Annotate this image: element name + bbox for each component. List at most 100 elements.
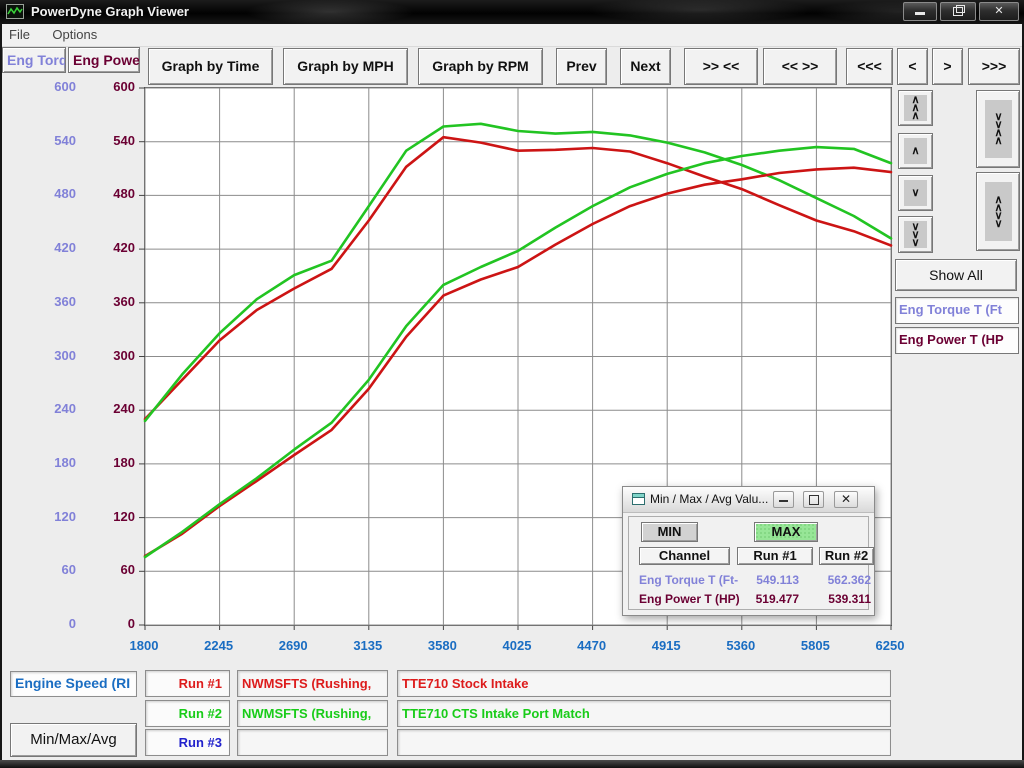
row-power-channel: Eng Power T (HP) [639, 592, 740, 606]
rpm-axis-tick-label: 3135 [338, 638, 398, 653]
run2-file[interactable]: NWMSFTS (Rushing, [237, 700, 388, 727]
menu-bar: File Options [0, 24, 1024, 47]
minmax-maximize-button[interactable] [803, 491, 824, 508]
torque-axis-tick-label: 600 [20, 79, 76, 94]
power-axis-tick-label: 360 [83, 294, 135, 309]
run2-description[interactable]: TTE710 CTS Intake Port Match [397, 700, 891, 727]
zoom-out-x-button[interactable]: << >> [763, 48, 837, 85]
pan-down-button[interactable]: ∨ [898, 175, 933, 211]
power-axis-tick-label: 0 [83, 616, 135, 631]
expand-vertical-icon: ∧∧∨∨ [985, 182, 1012, 241]
powerdyne-window: PowerDyne Graph Viewer ✕ File Options En… [0, 0, 1024, 768]
row-power-run1-max: 519.477 [727, 592, 799, 606]
torque-axis-tick-label: 480 [20, 186, 76, 201]
window-title: PowerDyne Graph Viewer [31, 4, 189, 19]
pan-up-fast-button[interactable]: ∧∧∧ [898, 90, 933, 126]
minimize-icon [779, 500, 788, 502]
torque-axis-tick-label: 300 [20, 348, 76, 363]
rpm-axis-tick-label: 2690 [263, 638, 323, 653]
torque-axis-tick-label: 0 [20, 616, 76, 631]
torque-axis-tick-label: 60 [20, 562, 76, 577]
column-header-run2[interactable]: Run #2 [819, 547, 874, 565]
title-bar[interactable]: PowerDyne Graph Viewer ✕ [0, 0, 1024, 24]
rpm-axis-tick-label: 5360 [711, 638, 771, 653]
row-torque-run2-max: 562.362 [799, 573, 871, 587]
torque-axis-tick-label: 360 [20, 294, 76, 309]
window-left-border [0, 24, 2, 768]
rpm-axis-tick-label: 3580 [412, 638, 472, 653]
minmax-close-button[interactable]: ✕ [834, 491, 858, 508]
power-axis-tick-label: 60 [83, 562, 135, 577]
minmax-window-title: Min / Max / Avg Valu... [650, 492, 768, 506]
rpm-axis-tick-label: 4025 [487, 638, 547, 653]
run3-description[interactable] [397, 729, 891, 756]
power-axis-tick-label: 120 [83, 509, 135, 524]
app-icon [6, 4, 24, 19]
rpm-axis-tick-label: 4470 [562, 638, 622, 653]
y-axis-channel-power-button[interactable]: Eng Powe [68, 47, 140, 73]
triple-chevron-up-icon: ∧∧∧ [904, 95, 927, 121]
column-header-channel[interactable]: Channel [639, 547, 730, 565]
minmax-minimize-button[interactable] [773, 491, 794, 508]
zoom-out-y-button[interactable]: ∧∧∨∨ [976, 172, 1020, 251]
power-axis-tick-label: 180 [83, 455, 135, 470]
maximize-icon [809, 495, 819, 505]
power-axis-tick-label: 540 [83, 133, 135, 148]
rpm-axis-tick-label: 6250 [860, 638, 920, 653]
y-axis-channel-torque-button[interactable]: Eng Torq [2, 47, 66, 73]
minmaxavg-button[interactable]: Min/Max/Avg [10, 723, 137, 757]
run3-label: Run #3 [145, 729, 230, 756]
menu-options[interactable]: Options [43, 24, 106, 45]
window-bottom-border [0, 760, 1024, 768]
triple-chevron-down-icon: ∨∨∨ [904, 221, 927, 248]
power-axis-tick-label: 600 [83, 79, 135, 94]
collapse-vertical-icon: ∨∨∧∧ [985, 100, 1012, 158]
torque-axis-tick-label: 240 [20, 401, 76, 416]
zoom-in-x-button[interactable]: >> << [684, 48, 758, 85]
prev-button[interactable]: Prev [556, 48, 607, 85]
power-axis-tick-label: 240 [83, 401, 135, 416]
power-axis-tick-label: 300 [83, 348, 135, 363]
scroll-left-button[interactable]: < [897, 48, 928, 85]
rpm-axis-tick-label: 1800 [114, 638, 174, 653]
graph-by-rpm-button[interactable]: Graph by RPM [418, 48, 543, 85]
torque-channel-label[interactable]: Eng Torque T (Ft [895, 297, 1019, 324]
min-tab-button[interactable]: MIN [641, 522, 698, 542]
rpm-axis-tick-label: 2245 [189, 638, 249, 653]
power-axis-tick-label: 480 [83, 186, 135, 201]
rpm-axis-tick-label: 4915 [636, 638, 696, 653]
column-header-run1[interactable]: Run #1 [737, 547, 813, 565]
graph-by-time-button[interactable]: Graph by Time [148, 48, 273, 85]
zoom-in-y-button[interactable]: ∨∨∧∧ [976, 90, 1020, 168]
close-button[interactable]: ✕ [979, 2, 1019, 21]
power-channel-label[interactable]: Eng Power T (HP [895, 327, 1019, 354]
torque-axis-tick-label: 540 [20, 133, 76, 148]
chevron-down-icon: ∨ [904, 180, 927, 206]
pan-up-button[interactable]: ∧ [898, 133, 933, 169]
x-axis-channel-label[interactable]: Engine Speed (RI [10, 671, 137, 697]
torque-axis-tick-label: 180 [20, 455, 76, 470]
restore-button[interactable] [940, 2, 976, 21]
scroll-left-fast-button[interactable]: <<< [846, 48, 893, 85]
max-tab-button[interactable]: MAX [754, 522, 818, 542]
torque-axis-tick-label: 120 [20, 509, 76, 524]
restore-icon [953, 7, 963, 16]
form-icon [632, 493, 645, 505]
next-button[interactable]: Next [620, 48, 671, 85]
run1-description[interactable]: TTE710 Stock Intake [397, 670, 891, 697]
row-torque-run1-max: 549.113 [727, 573, 799, 587]
minimize-button[interactable] [903, 2, 937, 21]
run3-file[interactable] [237, 729, 388, 756]
show-all-button[interactable]: Show All [895, 259, 1017, 291]
graph-by-mph-button[interactable]: Graph by MPH [283, 48, 408, 85]
minmax-title-bar[interactable]: Min / Max / Avg Valu... ✕ [623, 487, 874, 513]
menu-file[interactable]: File [0, 24, 39, 45]
scroll-right-button[interactable]: > [932, 48, 963, 85]
pan-down-fast-button[interactable]: ∨∨∨ [898, 216, 933, 253]
chevron-up-icon: ∧ [904, 138, 927, 164]
torque-axis-tick-label: 420 [20, 240, 76, 255]
scroll-right-fast-button[interactable]: >>> [968, 48, 1020, 85]
minmax-values-window[interactable]: Min / Max / Avg Valu... ✕ MIN MAX Channe… [622, 486, 875, 616]
power-axis-tick-label: 420 [83, 240, 135, 255]
run1-file[interactable]: NWMSFTS (Rushing, [237, 670, 388, 697]
